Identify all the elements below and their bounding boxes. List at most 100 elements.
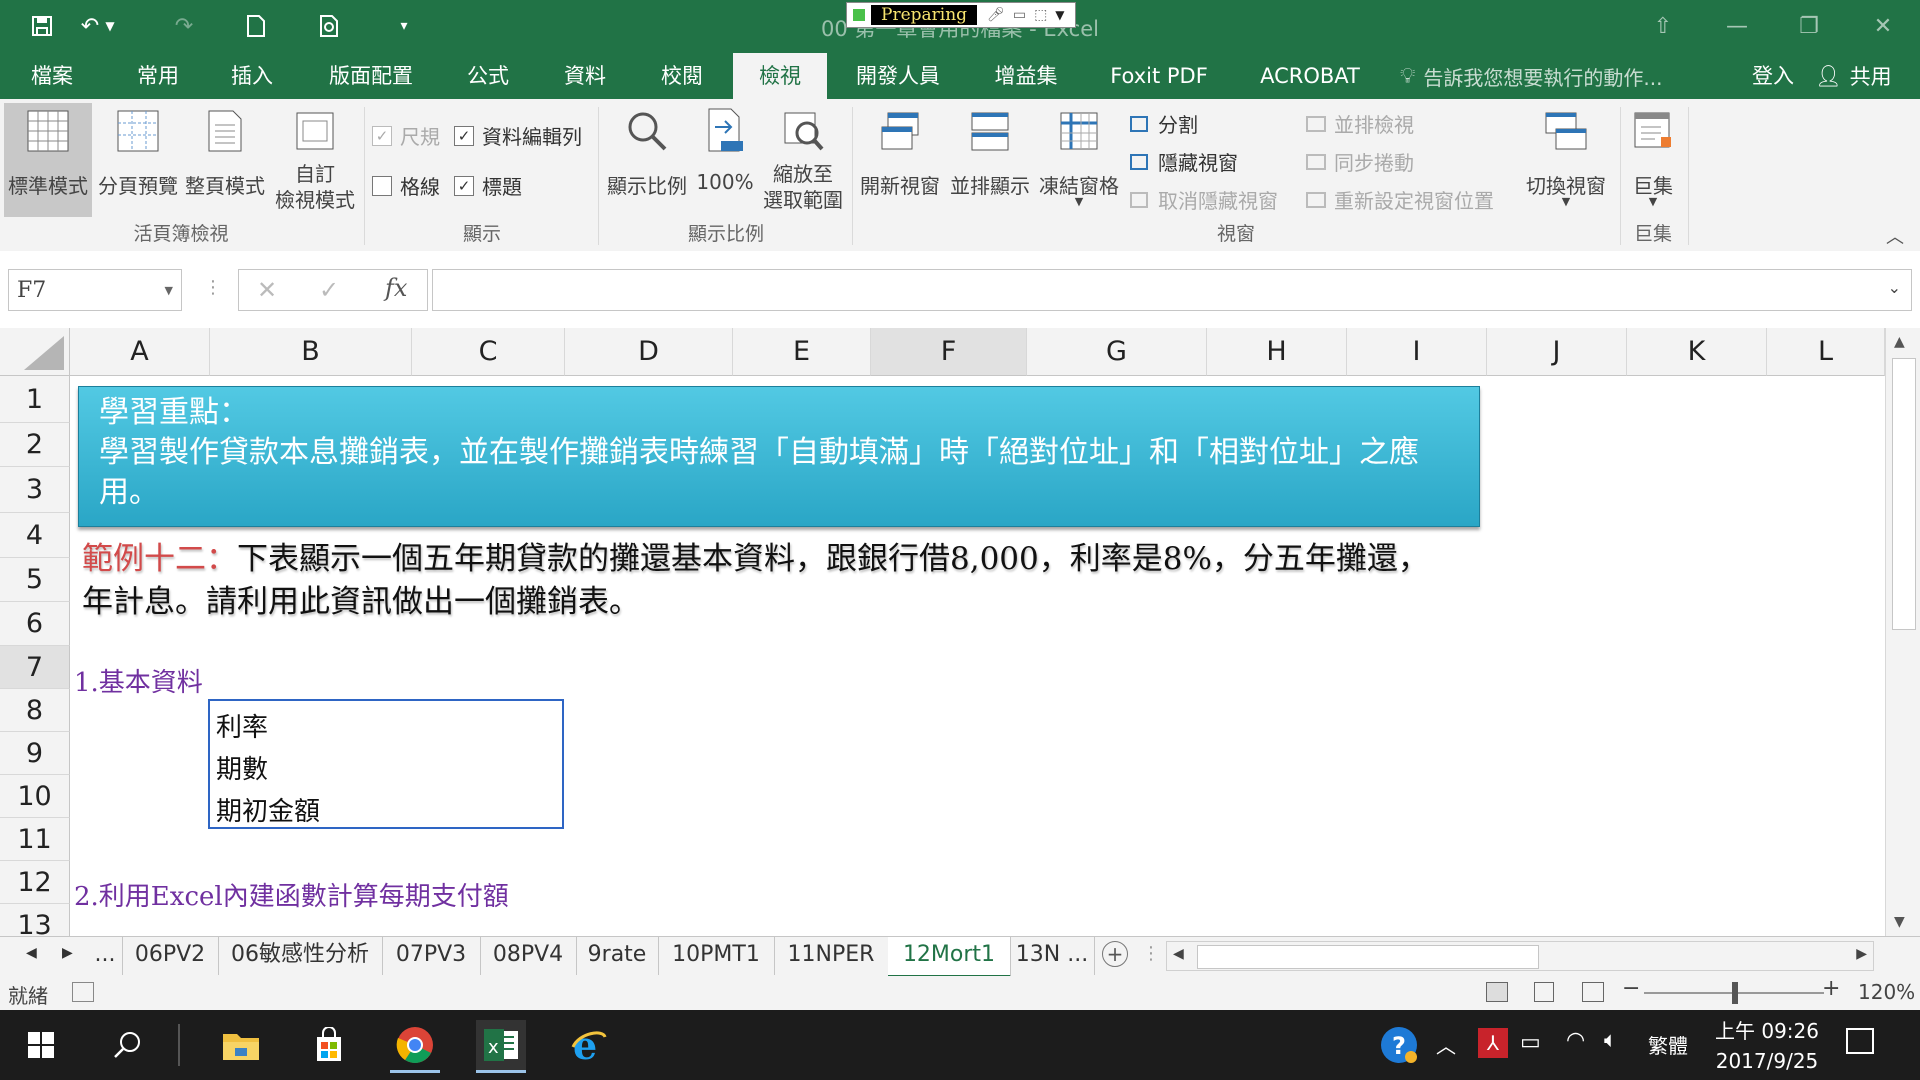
tab-addins[interactable]: 增益集 (990, 53, 1062, 99)
row-header-13[interactable]: 13 (0, 904, 70, 936)
tab-page-layout[interactable]: 版面配置 (320, 53, 422, 99)
tab-formulas[interactable]: 公式 (458, 53, 518, 99)
search-icon[interactable] (102, 1020, 152, 1070)
region-icon[interactable]: ⬚ (1034, 7, 1047, 23)
tab-data[interactable]: 資料 (555, 53, 615, 99)
ruler-checkbox[interactable]: ✓ 尺規 (372, 121, 440, 150)
volume-icon[interactable]: 🔈︎ (1604, 1028, 1617, 1053)
page-layout-status-icon[interactable] (1534, 982, 1554, 1002)
sheet-tab-11nper[interactable]: 11NPER (774, 937, 889, 975)
acrobat-tray-icon[interactable]: ⅄ (1478, 1028, 1508, 1058)
zoom-to-selection-button[interactable]: 縮放至 選取範圍 (758, 103, 848, 214)
expand-formula-icon[interactable]: ⌄ (1888, 278, 1901, 297)
cancel-icon[interactable]: ✕ (257, 276, 277, 304)
tab-view[interactable]: 檢視 (733, 53, 827, 99)
reset-position-button[interactable]: 重新設定視窗位置 (1306, 185, 1494, 214)
macro-record-icon[interactable] (72, 982, 94, 1002)
sheet-tab-06-sensitivity[interactable]: 06敏感性分析 (218, 937, 383, 975)
select-all-corner[interactable] (0, 328, 70, 376)
recorder-toolbar[interactable]: Preparing 🎤︎ ▭ ⬚ ▼ (846, 2, 1076, 28)
row-header-12[interactable]: 12 (0, 861, 70, 904)
row-header-8[interactable]: 8 (0, 689, 70, 732)
column-header-e[interactable]: E (733, 328, 871, 376)
scroll-up-icon[interactable]: ▲ (1894, 334, 1905, 350)
scroll-right-icon[interactable]: ▶ (1856, 946, 1867, 962)
sheet-tab-07pv3[interactable]: 07PV3 (382, 937, 481, 975)
zoom-level[interactable]: 120% (1858, 980, 1915, 1004)
page-break-preview-button[interactable]: 分頁預覽 (96, 103, 180, 199)
row-header-3[interactable]: 3 (0, 467, 70, 513)
formula-input[interactable]: ⌄ (432, 269, 1912, 311)
ime-indicator[interactable]: 繁體 (1648, 1030, 1688, 1059)
tell-me-box[interactable]: 💡︎ 告訴我您想要執行的動作... (1400, 53, 1662, 99)
show-hidden-icons[interactable]: ︿ (1436, 1030, 1456, 1059)
row-header-10[interactable]: 10 (0, 775, 70, 818)
side-by-side-button[interactable]: 並排檢視 (1306, 109, 1414, 138)
scroll-down-icon[interactable]: ▼ (1894, 914, 1905, 930)
signin-link[interactable]: 登入 (1748, 53, 1798, 99)
camera-icon[interactable]: ▭ (1013, 7, 1026, 23)
column-header-b[interactable]: B (210, 328, 412, 376)
row-header-6[interactable]: 6 (0, 602, 70, 646)
enter-icon[interactable]: ✓ (319, 276, 339, 304)
row-header-4[interactable]: 4 (0, 513, 70, 558)
row-header-9[interactable]: 9 (0, 732, 70, 775)
worksheet-grid[interactable]: A B C D E F G H I J K L 1 2 3 4 5 6 7 8 … (0, 328, 1920, 936)
wifi-icon[interactable]: ◠ (1566, 1028, 1585, 1053)
custom-views-button[interactable]: 自訂 檢視模式 (270, 103, 360, 214)
unhide-window-button[interactable]: 取消隱藏視窗 (1130, 185, 1278, 214)
tab-home[interactable]: 常用 (128, 53, 188, 99)
arrange-all-button[interactable]: 並排顯示 (946, 103, 1034, 199)
column-header-g[interactable]: G (1027, 328, 1207, 376)
tab-split-grip-icon[interactable]: ⋮ (1142, 943, 1160, 964)
collapse-ribbon-icon[interactable]: ︿ (1886, 223, 1904, 249)
formula-bar-checkbox[interactable]: ✓ 資料編輯列 (454, 121, 582, 150)
column-header-k[interactable]: K (1627, 328, 1767, 376)
clock[interactable]: 上午 09:26 2017/9/25 (1712, 1016, 1822, 1076)
horizontal-scrollbar[interactable]: ◀ ▶ (1166, 941, 1874, 971)
new-window-button[interactable]: 開新視窗 (856, 103, 944, 199)
power-icon[interactable]: ▭ (1520, 1030, 1541, 1055)
column-header-d[interactable]: D (565, 328, 733, 376)
windows-start-icon[interactable] (16, 1020, 66, 1070)
horizontal-scroll-thumb[interactable] (1197, 945, 1539, 969)
page-break-status-icon[interactable] (1582, 982, 1604, 1002)
row-header-1[interactable]: 1 (0, 376, 70, 423)
page-layout-button[interactable]: 整頁模式 (183, 103, 267, 199)
excel-icon[interactable]: x (476, 1020, 526, 1073)
internet-explorer-icon[interactable]: e (564, 1020, 614, 1070)
macros-button[interactable]: 巨集 ▼ (1624, 103, 1682, 208)
normal-view-status-icon[interactable] (1486, 982, 1508, 1002)
sheet-tab-12mort1[interactable]: 12Mort1 (888, 937, 1011, 978)
split-button[interactable]: 分割 (1130, 109, 1198, 138)
zoom-in-icon[interactable]: + (1822, 976, 1840, 1001)
sync-scroll-button[interactable]: 同步捲動 (1306, 147, 1414, 176)
share-button[interactable]: 👤︎ 共用 (1815, 53, 1892, 99)
chrome-icon[interactable] (390, 1020, 440, 1073)
switch-windows-button[interactable]: 切換視窗 ▼ (1518, 103, 1614, 208)
ribbon-display-icon[interactable]: ⇧ (1638, 8, 1688, 44)
scroll-left-icon[interactable]: ◀ (1173, 946, 1184, 962)
sheet-tab-10pmt1[interactable]: 10PMT1 (658, 937, 775, 975)
row-header-5[interactable]: 5 (0, 558, 70, 602)
column-header-i[interactable]: I (1347, 328, 1487, 376)
column-header-c[interactable]: C (412, 328, 565, 376)
zoom-slider-thumb[interactable] (1732, 982, 1738, 1004)
tab-file[interactable]: 檔案 (22, 53, 82, 99)
prev-sheet-icon[interactable]: ◀ (26, 945, 37, 961)
help-icon[interactable]: ? (1374, 1020, 1424, 1070)
zoom-out-icon[interactable]: − (1622, 976, 1640, 1001)
normal-view-button[interactable]: 標準模式 (4, 103, 92, 217)
column-header-l[interactable]: L (1767, 328, 1885, 376)
file-explorer-icon[interactable] (216, 1020, 266, 1070)
close-icon[interactable]: ✕ (1858, 8, 1908, 44)
vertical-scrollbar[interactable]: ▲ ▼ (1885, 328, 1920, 936)
recorder-menu-icon[interactable]: ▼ (1055, 8, 1064, 22)
zoom-100-button[interactable]: 100% (692, 103, 758, 194)
next-sheet-icon[interactable]: ▶ (62, 945, 73, 961)
tab-foxit-pdf[interactable]: Foxit PDF (1105, 53, 1213, 99)
column-header-a[interactable]: A (70, 328, 210, 376)
notification-center-icon[interactable] (1846, 1028, 1874, 1054)
name-box[interactable]: F7 ▼ (8, 269, 182, 311)
gridlines-checkbox[interactable]: 格線 (372, 171, 440, 200)
